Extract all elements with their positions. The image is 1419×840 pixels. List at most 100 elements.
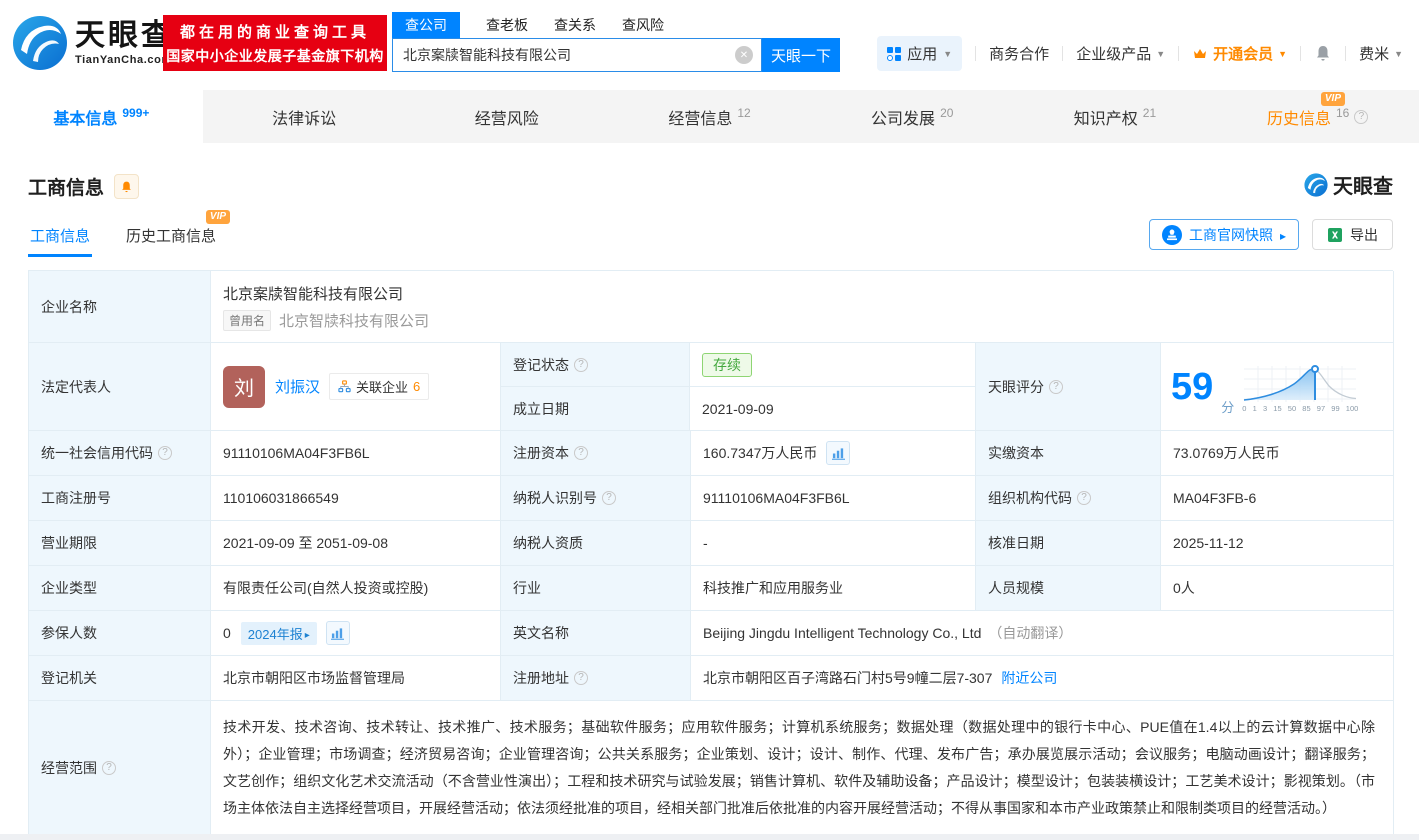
tab-ip[interactable]: 知识产权 21 <box>1014 90 1217 143</box>
tianyancha-logo[interactable]: 天眼查 TianYanCha.com <box>12 15 174 71</box>
slogan-line2: 国家中小企业发展子基金旗下机构 <box>166 47 384 64</box>
search-tab-boss[interactable]: 查老板 <box>486 15 528 35</box>
field-label-insured-count: 参保人数 <box>29 611 211 656</box>
user-menu[interactable]: 费米 <box>1359 43 1403 64</box>
clear-search-icon[interactable] <box>735 46 753 64</box>
taxpayer-id-label: 纳税人识别号 <box>513 490 597 506</box>
vip-badge: VIP <box>205 210 231 224</box>
credit-code-label: 统一社会信用代码 <box>41 445 153 461</box>
score-tick: 15 <box>1273 404 1282 413</box>
help-icon[interactable] <box>1077 491 1091 505</box>
field-label-business-scope: 经营范围 <box>29 701 211 836</box>
help-icon[interactable] <box>574 446 588 460</box>
search-tabs: 查公司 查老板 查关系 查风险 <box>392 11 840 38</box>
former-name-badge: 曾用名 <box>223 309 272 331</box>
company-name[interactable]: 北京案牍智能科技有限公司 <box>223 283 403 304</box>
field-value-business-scope: 技术开发、技术咨询、技术转让、技术推广、技术服务；基础软件服务；应用软件服务；计… <box>211 701 1394 836</box>
field-label-org-code: 组织机构代码 <box>976 476 1161 521</box>
nav-divider <box>1300 46 1302 61</box>
header-nav: 应用 商务合作 企业级产品 开通会员 费米 <box>877 36 1403 71</box>
score-tick: 50 <box>1287 404 1297 413</box>
brand-domain: TianYanCha.com <box>75 53 172 66</box>
tab-operation[interactable]: 经营信息 12 <box>608 90 811 143</box>
bar-chart-icon <box>831 447 845 460</box>
field-label-staff-size: 人员规模 <box>976 566 1161 611</box>
business-info-table: 企业名称 北京案牍智能科技有限公司 曾用名 北京智牍科技有限公司 法定代表人 刘… <box>28 270 1394 836</box>
apps-menu[interactable]: 应用 <box>877 36 963 71</box>
field-value-insured-count: 0 2024年报 <box>211 611 501 656</box>
field-label-paid-capital: 实缴资本 <box>976 431 1161 476</box>
establish-date-label: 成立日期 <box>513 400 569 417</box>
subtab-business-info[interactable]: 工商信息 <box>27 225 93 257</box>
related-companies-badge[interactable]: 关联企业 6 <box>329 373 430 400</box>
help-icon[interactable] <box>602 491 616 505</box>
slogan-line1: 都在用的商业查询工具 <box>179 23 370 41</box>
help-icon[interactable] <box>158 446 172 460</box>
field-label-tyc-score: 天眼评分 <box>976 343 1161 431</box>
business-scope-label: 经营范围 <box>41 760 97 776</box>
help-icon[interactable] <box>102 761 116 775</box>
open-vip-button[interactable]: 开通会员 <box>1192 43 1287 64</box>
help-icon[interactable] <box>1049 379 1063 394</box>
subtab-label: 历史工商信息 <box>126 228 217 245</box>
help-icon[interactable] <box>574 357 588 372</box>
search-input[interactable] <box>392 38 762 72</box>
chevron-down-icon <box>1394 49 1403 59</box>
bar-chart-icon <box>331 627 345 640</box>
vip-badge: VIP <box>1320 91 1345 106</box>
search-tab-relation[interactable]: 查关系 <box>554 15 596 35</box>
score-tick: 100 <box>1345 404 1359 413</box>
export-button[interactable]: 导出 <box>1312 219 1393 250</box>
search-button[interactable]: 天眼一下 <box>762 38 840 72</box>
snapshot-label: 工商官网快照 <box>1188 226 1273 243</box>
field-value-establish-date: 2021-09-09 <box>702 400 774 417</box>
user-name: 费米 <box>1359 46 1390 63</box>
nav-cooperation[interactable]: 商务合作 <box>989 43 1049 64</box>
watermark-text: 天眼查 <box>1333 176 1393 198</box>
search-tab-company[interactable]: 查公司 <box>392 11 460 38</box>
tab-history[interactable]: 历史信息 VIP 16 <box>1216 90 1419 143</box>
legal-rep-avatar[interactable]: 刘 <box>223 365 265 408</box>
score-tick: 3 <box>1262 404 1268 413</box>
field-label-company-name: 企业名称 <box>29 271 211 343</box>
help-icon[interactable] <box>574 671 588 685</box>
field-value-english-name: Beijing Jingdu Intelligent Technology Co… <box>691 611 1394 656</box>
tab-legal[interactable]: 法律诉讼 <box>203 90 406 143</box>
nav-enterprise[interactable]: 企业级产品 <box>1076 43 1165 64</box>
nav-divider <box>975 46 977 61</box>
search-tab-risk[interactable]: 查风险 <box>622 15 664 35</box>
apps-grid-icon <box>887 46 902 61</box>
tab-label: 法律诉讼 <box>272 110 337 128</box>
subtab-history-business-info[interactable]: 历史工商信息 VIP <box>126 210 231 257</box>
notification-bell-icon[interactable] <box>1314 44 1332 63</box>
score-tick: 85 <box>1302 404 1311 413</box>
open-vip-label: 开通会员 <box>1213 46 1274 63</box>
legal-rep-name-link[interactable]: 刘振汉 <box>275 376 320 397</box>
org-code-label: 组织机构代码 <box>988 490 1072 506</box>
field-value-registry-authority: 北京市朝阳区市场监督管理局 <box>211 656 501 701</box>
field-value-taxpayer-quality: - <box>691 521 976 566</box>
subscribe-bell-button[interactable] <box>114 174 140 199</box>
tab-basic-info[interactable]: 基本信息 999+ <box>0 90 203 143</box>
org-chart-icon <box>338 380 351 393</box>
export-label: 导出 <box>1350 226 1378 243</box>
score-distribution-chart[interactable]: 0 1 3 15 50 85 97 99 100 <box>1242 364 1358 413</box>
help-icon[interactable] <box>1354 109 1369 124</box>
tab-development[interactable]: 公司发展 20 <box>811 90 1014 143</box>
nearby-companies-link[interactable]: 附近公司 <box>1001 668 1057 688</box>
english-name-value: Beijing Jingdu Intelligent Technology Co… <box>703 625 982 641</box>
insured-trend-button[interactable] <box>325 621 350 645</box>
annual-report-badge[interactable]: 2024年报 <box>240 621 317 645</box>
company-tabbar: 基本信息 999+ 法律诉讼 经营风险 经营信息 12 公司发展 20 知识产权… <box>0 90 1419 143</box>
capital-trend-button[interactable] <box>826 441 851 465</box>
tianyancha-watermark-icon <box>1304 172 1328 197</box>
tab-risk[interactable]: 经营风险 <box>405 90 608 143</box>
excel-icon <box>1328 227 1342 242</box>
field-label-industry: 行业 <box>501 566 691 611</box>
score-tick: 0 <box>1242 404 1247 413</box>
field-value-tyc-score: 59 分 0 1 3 15 50 85 97 99 100 <box>1161 343 1394 431</box>
official-snapshot-button[interactable]: 工商官网快照 <box>1148 219 1299 250</box>
tab-count: 20 <box>940 105 954 120</box>
alert-bell-icon <box>122 181 131 192</box>
field-label-establish-date: 成立日期 <box>501 387 690 430</box>
